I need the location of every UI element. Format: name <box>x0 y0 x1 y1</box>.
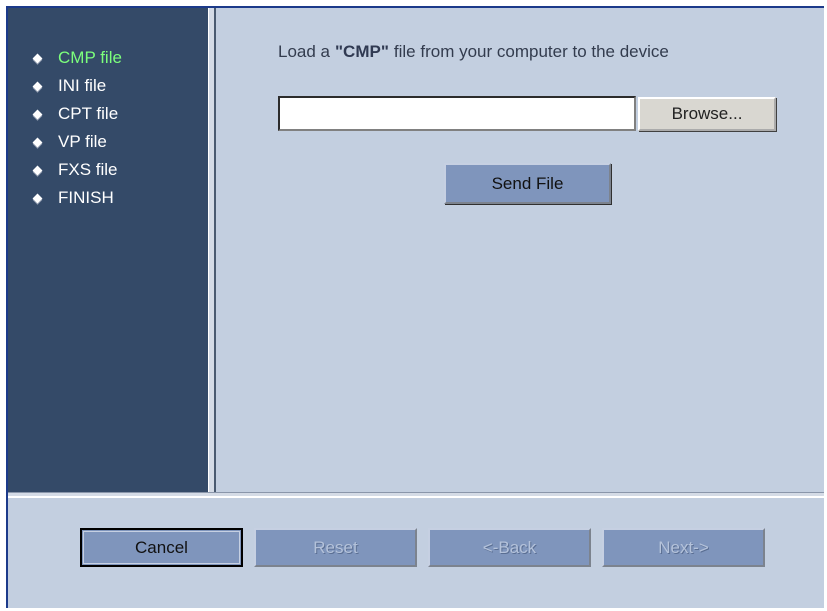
main-panel: Load a "CMP" file from your computer to … <box>216 8 824 492</box>
reset-button[interactable]: Reset <box>254 528 417 567</box>
instruction-prefix: Load a <box>278 42 330 61</box>
instruction-suffix: file from your computer to the device <box>393 42 669 61</box>
sidebar-item-label: FXS file <box>58 160 118 179</box>
sidebar-item-cpt-file[interactable]: CPT file <box>31 100 122 128</box>
sidebar-item-finish[interactable]: FINISH <box>31 184 122 212</box>
instruction-file-type: "CMP" <box>335 42 389 61</box>
bullet-diamond-icon <box>32 137 43 147</box>
bullet-diamond-icon <box>32 165 43 175</box>
sidebar-divider <box>208 8 216 492</box>
sidebar-item-label: VP file <box>58 132 107 151</box>
browse-button[interactable]: Browse... <box>638 97 776 131</box>
bullet-diamond-icon <box>32 193 43 203</box>
bullet-diamond-icon <box>32 109 43 119</box>
wizard-footer: Cancel Reset <-Back Next-> <box>8 498 824 608</box>
bullet-diamond-icon <box>32 53 43 63</box>
sidebar-item-label: INI file <box>58 76 107 95</box>
instruction-text: Load a "CMP" file from your computer to … <box>278 42 669 62</box>
send-file-button[interactable]: Send File <box>444 163 611 204</box>
sidebar-item-cmp-file[interactable]: CMP file <box>31 44 122 72</box>
bullet-diamond-icon <box>32 81 43 91</box>
back-button[interactable]: <-Back <box>428 528 591 567</box>
file-path-input[interactable] <box>278 96 636 131</box>
sidebar-item-label: CPT file <box>58 104 119 123</box>
wizard-steps-nav: CMP file INI file CPT file VP file FXS f… <box>31 44 122 212</box>
sidebar: CMP file INI file CPT file VP file FXS f… <box>8 8 208 492</box>
sidebar-item-ini-file[interactable]: INI file <box>31 72 122 100</box>
cancel-button[interactable]: Cancel <box>80 528 243 567</box>
sidebar-item-label: FINISH <box>58 188 114 207</box>
sidebar-item-label: CMP file <box>58 48 122 67</box>
sidebar-item-fxs-file[interactable]: FXS file <box>31 156 122 184</box>
next-button[interactable]: Next-> <box>602 528 765 567</box>
sidebar-item-vp-file[interactable]: VP file <box>31 128 122 156</box>
